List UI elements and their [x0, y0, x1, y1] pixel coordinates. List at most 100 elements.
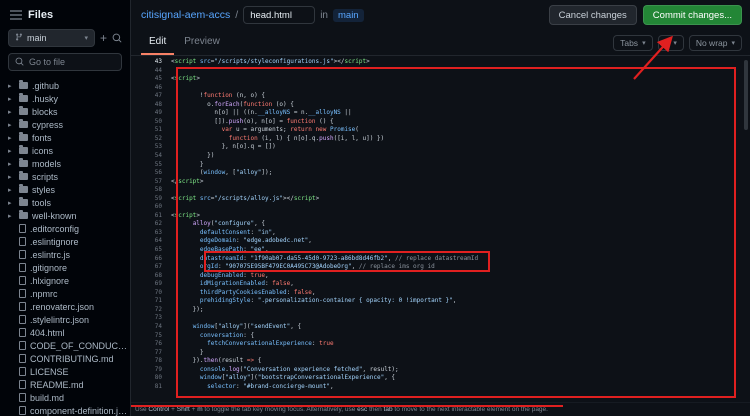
- new-file-icon[interactable]: +: [100, 32, 107, 44]
- folder-icon: [19, 80, 28, 89]
- sidebar-menu-icon[interactable]: [10, 10, 22, 20]
- indent-size-value: 4: [664, 37, 670, 48]
- line-number: 65: [154, 246, 162, 254]
- code-editor[interactable]: 43 <script src="/scripts/styleconfigurati…: [131, 56, 750, 402]
- file-icon: [19, 380, 26, 389]
- code-line-text: <script>: [171, 75, 200, 83]
- line-number: 70: [154, 288, 162, 296]
- status-bar: Use Control + Shift + m to toggle the ta…: [131, 402, 750, 416]
- tree-item-label: scripts: [32, 171, 59, 182]
- code-line: 51 var u = arguments; return new Promise…: [131, 126, 750, 135]
- tree-folder-row[interactable]: ▸ blocks: [0, 105, 130, 118]
- tree-folder-row[interactable]: ▸ well-known: [0, 209, 130, 222]
- indent-mode-select[interactable]: Tabs ▾: [613, 34, 653, 51]
- search-icon[interactable]: [112, 33, 122, 43]
- tree-folder-row[interactable]: ▸ tools: [0, 196, 130, 209]
- tree-folder-row[interactable]: ▸ models: [0, 157, 130, 170]
- file-icon: [19, 263, 26, 272]
- tree-file-row[interactable]: .eslintignore: [0, 235, 130, 248]
- line-number: 72: [154, 305, 162, 313]
- tree-folder-row[interactable]: ▸ styles: [0, 183, 130, 196]
- status-text: to move to the next interactable element…: [392, 406, 548, 413]
- sidebar: Files main ▾ + Go to file ▸ .github ▸ .husk…: [0, 0, 131, 416]
- code-line: 58: [131, 186, 750, 195]
- tree-item-label: well-known: [32, 210, 77, 221]
- branch-link[interactable]: main: [333, 8, 364, 22]
- tree-item-label: .github: [32, 80, 60, 91]
- code-line: 49 n[o] || ((n.__alloyNS = n.__alloyNS |…: [131, 109, 750, 118]
- tree-file-row[interactable]: component-definition.json: [0, 404, 130, 416]
- code-line-text: (window, ["alloy"]);: [171, 169, 273, 177]
- tree-item-label: .hlxignore: [30, 275, 70, 286]
- wrap-mode-select[interactable]: No wrap ▾: [688, 34, 742, 51]
- tree-file-row[interactable]: README.md: [0, 378, 130, 391]
- code-line: 57 </script>: [131, 178, 750, 187]
- tree-file-row[interactable]: build.md: [0, 391, 130, 404]
- tree-item-label: icons: [32, 145, 54, 156]
- code-line-text: thirdPartyCookiesEnabled: false,: [199, 288, 316, 296]
- commit-changes-button[interactable]: Commit changes...: [642, 5, 742, 25]
- line-number: 74: [154, 322, 162, 330]
- kbd-hint: Control: [148, 406, 170, 413]
- chevron-right-icon: ▸: [8, 146, 12, 155]
- tree-file-row[interactable]: .eslintrc.js: [0, 248, 130, 261]
- code-line: 72 });: [131, 306, 750, 315]
- tree-folder-row[interactable]: ▸ .github: [0, 79, 130, 92]
- tree-folder-row[interactable]: ▸ fonts: [0, 131, 130, 144]
- tree-file-row[interactable]: LICENSE: [0, 365, 130, 378]
- line-number: 69: [154, 280, 162, 288]
- chevron-right-icon: ▸: [8, 185, 12, 194]
- tree-item-label: .stylelintrc.json: [30, 314, 90, 325]
- tree-file-row[interactable]: 404.html: [0, 326, 130, 339]
- tree-item-label: README.md: [30, 379, 84, 390]
- indent-size-select[interactable]: 4 ▾: [657, 34, 684, 51]
- cancel-changes-button[interactable]: Cancel changes: [548, 5, 637, 25]
- line-number: 76: [154, 340, 162, 348]
- line-number: 48: [154, 100, 162, 108]
- code-line: 71 prehidingStyle: ".personalization-con…: [131, 297, 750, 306]
- tree-folder-row[interactable]: ▸ scripts: [0, 170, 130, 183]
- tab-edit[interactable]: Edit: [141, 30, 175, 55]
- line-number: 64: [154, 237, 162, 245]
- code-line: 60: [131, 203, 750, 212]
- chevron-right-icon: ▸: [8, 107, 12, 116]
- chevron-right-icon: ▸: [8, 172, 12, 181]
- branch-selector[interactable]: main ▾: [8, 29, 95, 47]
- tree-file-row[interactable]: .gitignore: [0, 261, 130, 274]
- file-icon: [19, 341, 26, 350]
- tree-file-row[interactable]: CODE_OF_CONDUCT.md: [0, 339, 130, 352]
- filename-input[interactable]: [243, 6, 316, 24]
- code-line: 53 }, n[o].q = []): [131, 143, 750, 152]
- tree-file-row[interactable]: .npmrc: [0, 287, 130, 300]
- line-number: 62: [154, 220, 162, 228]
- editor-scrollbar[interactable]: [744, 60, 748, 130]
- repo-link[interactable]: citisignal-aem-accs: [141, 9, 230, 21]
- go-to-file-input[interactable]: Go to file: [8, 53, 122, 71]
- code-line-text: window["alloy"]("sendEvent", {: [192, 322, 302, 330]
- tree-file-row[interactable]: .hlxignore: [0, 274, 130, 287]
- code-line-text: }: [171, 348, 204, 356]
- tree-folder-row[interactable]: ▸ .husky: [0, 92, 130, 105]
- tree-file-row[interactable]: .editorconfig: [0, 222, 130, 235]
- tree-folder-row[interactable]: ▸ cypress: [0, 118, 130, 131]
- tab-preview[interactable]: Preview: [176, 30, 228, 55]
- tree-file-row[interactable]: CONTRIBUTING.md: [0, 352, 130, 365]
- tree-folder-row[interactable]: ▸ icons: [0, 144, 130, 157]
- file-icon: [19, 237, 26, 246]
- file-icon: [19, 393, 26, 402]
- code-line-text: !function (n, o) {: [171, 92, 265, 100]
- line-number: 78: [154, 357, 162, 365]
- sidebar-header: Files: [0, 0, 130, 26]
- folder-icon: [19, 171, 28, 180]
- breadcrumb: citisignal-aem-accs / in main: [141, 6, 364, 24]
- tree-item-label: component-definition.json: [30, 405, 130, 416]
- tree-file-row[interactable]: .stylelintrc.json: [0, 313, 130, 326]
- code-line: 50 []).push(o), n[o] = function () {: [131, 118, 750, 127]
- tree-file-row[interactable]: .renovaterc.json: [0, 300, 130, 313]
- code-line-text: }).then(result => {: [171, 357, 262, 365]
- folder-icon: [19, 210, 28, 219]
- github-file-editor: Files main ▾ + Go to file ▸ .github ▸ .husk…: [0, 0, 750, 416]
- tree-item-label: styles: [32, 184, 56, 195]
- code-line-text: function (i, l) { n[o].q.push([i, l, u])…: [228, 134, 385, 142]
- line-number: 45: [154, 75, 162, 83]
